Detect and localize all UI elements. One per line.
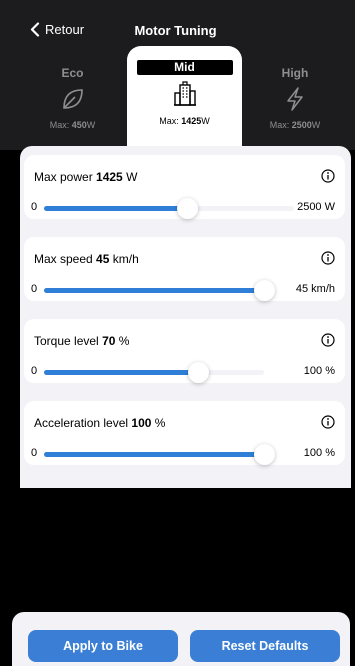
mode-name: High — [281, 66, 309, 80]
info-icon[interactable] — [321, 169, 335, 183]
page-title: Motor Tuning — [134, 23, 217, 38]
reset-defaults-button[interactable]: Reset Defaults — [190, 630, 340, 662]
torque-level-slider[interactable] — [44, 362, 264, 383]
mode-max: Max: 1425W — [159, 116, 210, 126]
apply-to-bike-button[interactable]: Apply to Bike — [28, 630, 178, 662]
slider-min: 0 — [31, 283, 38, 295]
mode-name: Mid — [136, 60, 233, 75]
slider-label: Torque level 70 % — [34, 334, 130, 348]
info-icon[interactable] — [321, 251, 335, 265]
mode-mid[interactable]: Mid Max: 1425W — [127, 46, 242, 150]
torque-level-card: Torque level 70 % 0 100 % — [24, 319, 345, 383]
info-icon[interactable] — [321, 415, 335, 429]
leaf-icon — [62, 89, 83, 109]
mode-max: Max: 2500W — [269, 120, 321, 130]
slider-fill — [44, 206, 187, 211]
mode-high[interactable]: High Max: 2500W — [245, 46, 345, 150]
mode-selector: Eco Max: 450W Mid Max: 1425W High Max: 2… — [0, 46, 355, 150]
slider-thumb[interactable] — [254, 280, 275, 301]
slider-label: Acceleration level 100 % — [34, 416, 166, 430]
slider-fill — [44, 370, 198, 375]
max-power-card: Max power 1425 W 0 2500 W — [24, 155, 345, 219]
slider-fill — [44, 452, 264, 457]
slider-thumb[interactable] — [188, 362, 209, 383]
slider-thumb[interactable] — [254, 444, 275, 465]
max-speed-card: Max speed 45 km/h 0 45 km/h — [24, 237, 345, 301]
slider-min: 0 — [31, 365, 38, 377]
empty-area — [20, 488, 351, 606]
mode-name: Eco — [61, 66, 84, 80]
slider-max: 100 % — [303, 447, 335, 459]
max-power-slider[interactable] — [44, 198, 294, 219]
slider-max: 45 km/h — [295, 283, 335, 295]
city-icon — [173, 81, 196, 106]
acceleration-level-slider[interactable] — [44, 444, 275, 465]
slider-thumb[interactable] — [177, 198, 198, 219]
action-bar: Apply to Bike Reset Defaults — [12, 612, 350, 666]
slider-min: 0 — [31, 201, 38, 213]
lightning-icon — [287, 87, 303, 111]
slider-label: Max speed 45 km/h — [34, 252, 139, 266]
slider-max: 100 % — [303, 365, 335, 377]
acceleration-level-card: Acceleration level 100 % 0 100 % — [24, 401, 345, 465]
info-icon[interactable] — [321, 333, 335, 347]
slider-fill — [44, 288, 264, 293]
mode-eco[interactable]: Eco Max: 450W — [20, 46, 125, 150]
slider-min: 0 — [31, 447, 38, 459]
slider-max: 2500 W — [297, 201, 335, 213]
max-speed-slider[interactable] — [44, 280, 275, 301]
mode-max: Max: 450W — [49, 120, 96, 130]
slider-label: Max power 1425 W — [34, 170, 138, 184]
